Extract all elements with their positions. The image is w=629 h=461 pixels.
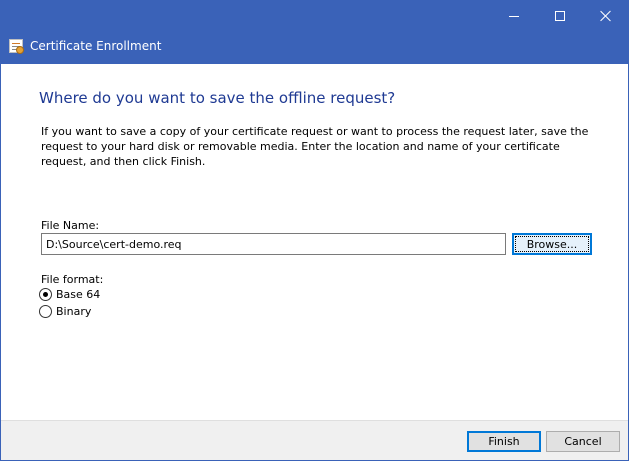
- close-icon: [600, 10, 612, 22]
- radio-base64-label[interactable]: Base 64: [56, 288, 100, 301]
- radio-base64-indicator[interactable]: [39, 288, 52, 301]
- close-button[interactable]: [583, 1, 629, 31]
- browse-button[interactable]: Browse...: [512, 233, 592, 255]
- radio-base64[interactable]: Base 64: [39, 288, 100, 301]
- minimize-icon: [509, 15, 519, 17]
- certificate-icon: [9, 39, 24, 54]
- page-heading: Where do you want to save the offline re…: [39, 89, 396, 107]
- finish-button[interactable]: Finish: [467, 431, 541, 452]
- cancel-button[interactable]: Cancel: [546, 431, 620, 452]
- page-description: If you want to save a copy of your certi…: [41, 125, 589, 168]
- wizard-page: Where do you want to save the offline re…: [1, 64, 628, 420]
- maximize-icon: [555, 11, 565, 21]
- dialog-footer: Finish Cancel: [1, 420, 628, 460]
- certificate-enrollment-window: Certificate Enrollment Where do you want…: [0, 0, 629, 461]
- file-name-input[interactable]: [41, 233, 506, 255]
- radio-binary-indicator[interactable]: [39, 305, 52, 318]
- maximize-button[interactable]: [537, 1, 583, 31]
- radio-binary[interactable]: Binary: [39, 305, 91, 318]
- minimize-button[interactable]: [491, 1, 537, 31]
- window-title: Certificate Enrollment: [30, 39, 162, 53]
- radio-binary-label[interactable]: Binary: [56, 305, 91, 318]
- file-name-label: File Name:: [41, 219, 100, 232]
- title-bar: Certificate Enrollment: [1, 1, 628, 64]
- file-format-label: File format:: [41, 273, 104, 286]
